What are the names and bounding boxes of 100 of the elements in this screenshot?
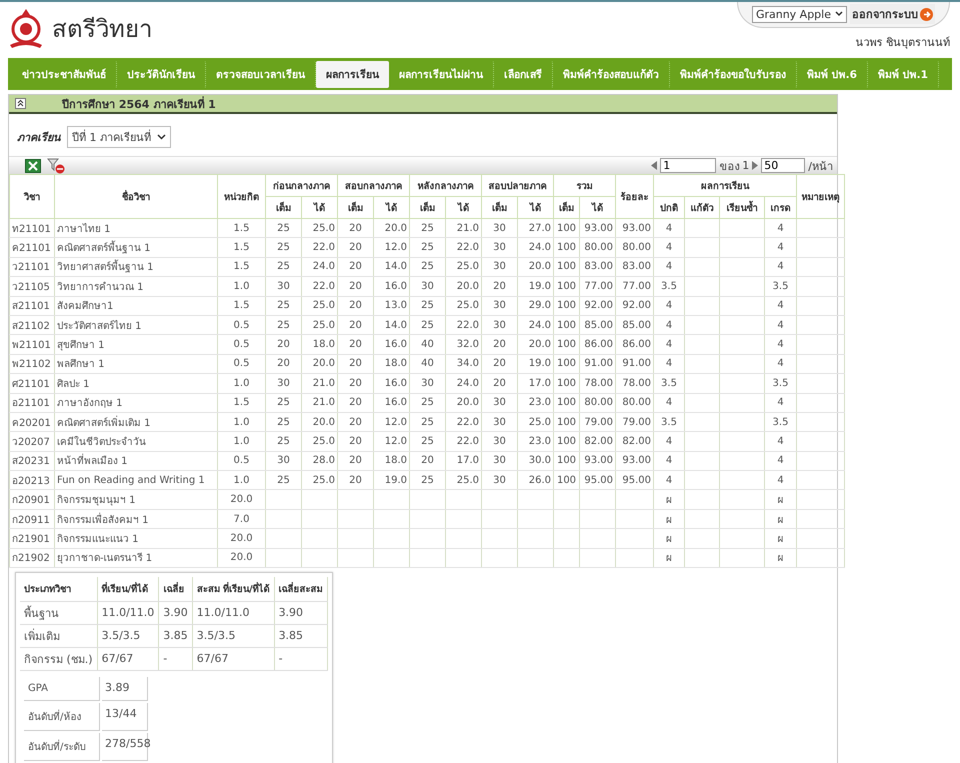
summary-cell: 11.0/11.0: [192, 601, 274, 624]
normal-grade-cell: 3.5: [654, 412, 684, 432]
nav-tab[interactable]: พิมพ์คำร้องสอบแก้ตัว: [553, 60, 670, 88]
subject-name: วิทยาการคำนวณ 1: [54, 276, 218, 296]
column-header: ได้: [518, 196, 554, 218]
score-cell: 100: [554, 296, 580, 316]
score-cell: 20.0: [446, 393, 482, 412]
score-cell: 25: [410, 257, 446, 277]
subject-name: Fun on Reading and Writing 1: [54, 470, 218, 490]
nav-tab[interactable]: ผลการเรียนไม่ผ่าน: [389, 60, 494, 88]
column-header: ได้: [374, 196, 410, 218]
score-cell: 20: [482, 334, 518, 354]
score-cell: 40: [410, 354, 446, 374]
score-cell: 20: [338, 238, 374, 258]
semester-select[interactable]: ปีที่ 1 ภาคเรียนที่: [67, 126, 171, 148]
summary-cell: 3.5/3.5: [97, 624, 159, 648]
column-header: หน่วยกิต: [218, 174, 266, 218]
panel-title: ปีการศึกษา 2564 ภาคเรียนที่ 1: [62, 95, 216, 112]
percent-cell: 77.00: [616, 276, 654, 296]
column-header: ได้: [302, 196, 338, 218]
clear-filter-icon[interactable]: [47, 158, 65, 174]
next-page-icon[interactable]: [752, 161, 758, 170]
column-group-header: หลังกลางภาค: [410, 174, 482, 196]
school-name: สตรีวิทยา: [52, 14, 152, 44]
score-cell: 24.0: [446, 374, 482, 394]
score-cell: 80.00: [580, 238, 616, 258]
stat-value: 3.89: [102, 676, 148, 701]
theme-select[interactable]: Granny Apple: [752, 6, 847, 22]
score-cell: 25.0: [302, 470, 338, 490]
grade-cell: 4: [764, 257, 796, 277]
score-cell: 21.0: [302, 374, 338, 394]
score-cell: 100: [554, 374, 580, 394]
logout-button[interactable]: ออกจากระบบ: [850, 4, 935, 24]
score-cell: 77.00: [580, 276, 616, 296]
nav-tab[interactable]: พิมพ์ ปพ.1: [868, 60, 939, 88]
column-header: เต็ม: [266, 196, 302, 218]
nav-tab[interactable]: ผลการเรียน: [316, 60, 389, 88]
column-header: เต็ม: [338, 196, 374, 218]
score-cell: 25: [410, 470, 446, 490]
subject-code: ค21101: [10, 238, 54, 258]
summary-cell: เพิ่มเติม: [20, 624, 98, 648]
subject-code: ว21101: [10, 257, 54, 277]
score-cell: 100: [554, 470, 580, 490]
grade-cell: 4: [764, 334, 796, 354]
score-cell: 95.00: [580, 470, 616, 490]
subject-name: พลศึกษา 1: [54, 354, 218, 374]
page-field[interactable]: 1: [660, 158, 716, 173]
grade-cell: 4: [764, 218, 796, 238]
previous-page-icon[interactable]: [651, 161, 658, 170]
score-cell: 20: [338, 374, 374, 394]
subject-code: พ21102: [10, 354, 54, 374]
score-cell: 25: [266, 257, 302, 277]
credit-cell: 7.0: [218, 509, 266, 529]
stat-value: 278/558: [102, 732, 148, 761]
nav-tab[interactable]: เลือกเสรี: [494, 60, 553, 88]
column-group-header: ผลการเรียน: [654, 174, 796, 196]
score-cell: 20: [338, 334, 374, 354]
chevron-down-icon: [157, 134, 166, 140]
score-cell: 30: [410, 374, 446, 394]
percent-cell: 80.00: [616, 393, 654, 412]
score-cell: 80.00: [580, 393, 616, 412]
grade-cell: 4: [764, 451, 796, 471]
nav-tab[interactable]: พิมพ์ ปพ.6: [797, 60, 868, 88]
score-cell: 20: [266, 354, 302, 374]
score-cell: 20: [338, 393, 374, 412]
normal-grade-cell: 4: [654, 354, 684, 374]
stat-value: 13/44: [102, 702, 148, 731]
subject-code: ส20231: [10, 451, 54, 471]
subject-name: คณิตศาสตร์พื้นฐาน 1: [54, 238, 218, 258]
chevron-down-icon: [835, 11, 843, 17]
score-cell: 20: [266, 334, 302, 354]
subject-code: ศ21101: [10, 374, 54, 394]
score-cell: 25.0: [302, 296, 338, 316]
column-header: วิชา: [10, 174, 54, 218]
score-cell: 20.0: [302, 412, 338, 432]
subject-name: สังคมศึกษา1: [54, 296, 218, 316]
score-cell: 100: [554, 451, 580, 471]
spreadsheet-icon[interactable]: [25, 158, 41, 172]
collapse-icon[interactable]: [15, 98, 26, 109]
nav-tab[interactable]: ประวัตินักเรียน: [117, 60, 206, 88]
summary-cell: 3.90: [274, 601, 328, 624]
score-cell: 25.0: [518, 412, 554, 432]
summary-cell: กิจกรรม (ชม.): [20, 647, 98, 670]
nav-tab[interactable]: พิมพ์คำร้องขอใบรับรอง: [670, 60, 797, 88]
score-cell: 25.0: [446, 470, 482, 490]
grade-cell: ผ: [764, 490, 796, 510]
percent-cell: 85.00: [616, 315, 654, 335]
subject-name: ประวัติศาสตร์ไทย 1: [54, 315, 218, 335]
credit-cell: 0.5: [218, 451, 266, 471]
subject-name: ศิลปะ 1: [54, 374, 218, 394]
nav-tab[interactable]: ข่าวประชาสัมพันธ์: [12, 60, 117, 88]
score-cell: 83.00: [580, 257, 616, 277]
subject-name: วิทยาศาสตร์พื้นฐาน 1: [54, 257, 218, 277]
score-cell: 20: [338, 315, 374, 335]
filter-label: ภาคเรียน: [17, 130, 61, 146]
normal-grade-cell: 3.5: [654, 374, 684, 394]
page-size-field[interactable]: 50: [761, 158, 806, 173]
subject-code: ก21902: [10, 548, 54, 568]
summary-cell: -: [158, 647, 192, 670]
score-cell: 20: [482, 374, 518, 394]
